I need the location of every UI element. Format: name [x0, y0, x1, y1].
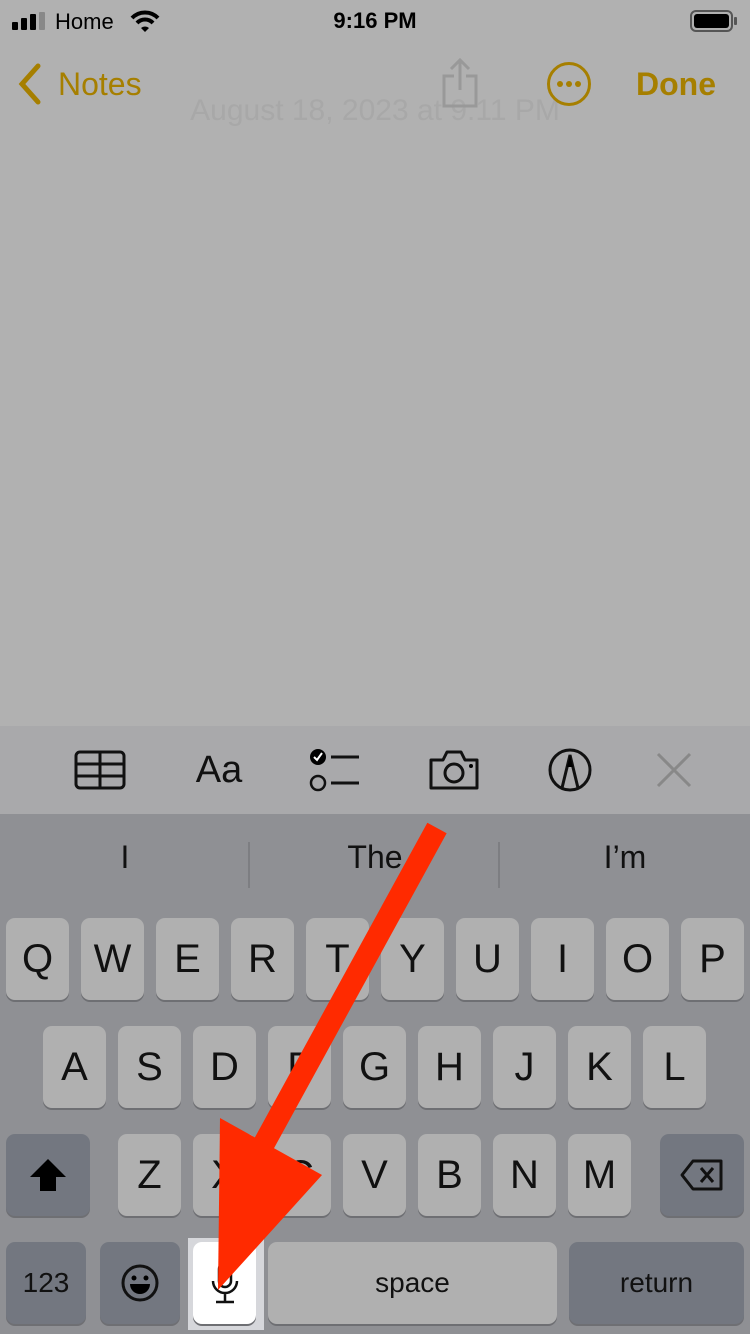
suggestion-2[interactable]: The [250, 814, 500, 900]
emoji-key[interactable] [100, 1242, 180, 1324]
numbers-key[interactable]: 123 [6, 1242, 86, 1324]
suggestion-1[interactable]: I [0, 814, 250, 900]
key-k[interactable]: K [568, 1026, 631, 1108]
key-o[interactable]: O [606, 918, 669, 1000]
share-icon[interactable] [440, 58, 480, 110]
key-w[interactable]: W [81, 918, 144, 1000]
table-button[interactable] [70, 740, 130, 800]
key-n[interactable]: N [493, 1134, 556, 1216]
key-i[interactable]: I [531, 918, 594, 1000]
nav-bar: Notes August 18, 2023 at 9:11 PM Done [0, 52, 750, 127]
battery-icon [690, 10, 737, 32]
suggestion-3[interactable]: I’m [500, 814, 750, 900]
checklist-icon [309, 749, 359, 792]
done-button[interactable]: Done [636, 66, 716, 103]
key-l[interactable]: L [643, 1026, 706, 1108]
format-button[interactable]: Aa [189, 740, 249, 800]
key-e[interactable]: E [156, 918, 219, 1000]
backspace-key[interactable] [660, 1134, 744, 1216]
clock: 9:16 PM [333, 8, 417, 33]
close-icon [656, 752, 692, 788]
keyboard: I The I’m 123 space return QWERTYUIOPASD… [0, 814, 750, 1334]
key-x[interactable]: X [193, 1134, 256, 1216]
close-toolbar-button[interactable] [644, 740, 704, 800]
key-s[interactable]: S [118, 1026, 181, 1108]
key-u[interactable]: U [456, 918, 519, 1000]
key-t[interactable]: T [306, 918, 369, 1000]
camera-button[interactable] [424, 740, 484, 800]
key-a[interactable]: A [43, 1026, 106, 1108]
backspace-icon [680, 1159, 723, 1191]
key-j[interactable]: J [493, 1026, 556, 1108]
key-v[interactable]: V [343, 1134, 406, 1216]
return-key[interactable]: return [569, 1242, 744, 1324]
format-text-icon: Aa [195, 748, 243, 791]
key-p[interactable]: P [681, 918, 744, 1000]
key-z[interactable]: Z [118, 1134, 181, 1216]
table-icon [74, 750, 126, 790]
key-c[interactable]: C [268, 1134, 331, 1216]
more-options-icon[interactable] [546, 61, 592, 107]
camera-icon [429, 750, 479, 790]
space-key[interactable]: space [268, 1242, 557, 1324]
markup-pen-icon [548, 748, 592, 792]
shift-key[interactable] [6, 1134, 90, 1216]
checklist-button[interactable] [305, 740, 365, 800]
key-b[interactable]: B [418, 1134, 481, 1216]
emoji-icon [121, 1264, 159, 1302]
key-d[interactable]: D [193, 1026, 256, 1108]
key-f[interactable]: F [268, 1026, 331, 1108]
key-q[interactable]: Q [6, 918, 69, 1000]
microphone-icon [211, 1261, 238, 1304]
markup-button[interactable] [540, 740, 600, 800]
key-m[interactable]: M [568, 1134, 631, 1216]
key-y[interactable]: Y [381, 918, 444, 1000]
key-r[interactable]: R [231, 918, 294, 1000]
shift-arrow-icon [30, 1159, 66, 1191]
dictation-mic-key[interactable] [193, 1242, 256, 1324]
key-g[interactable]: G [343, 1026, 406, 1108]
key-h[interactable]: H [418, 1026, 481, 1108]
status-bar: Home 9:16 PM [0, 0, 750, 42]
